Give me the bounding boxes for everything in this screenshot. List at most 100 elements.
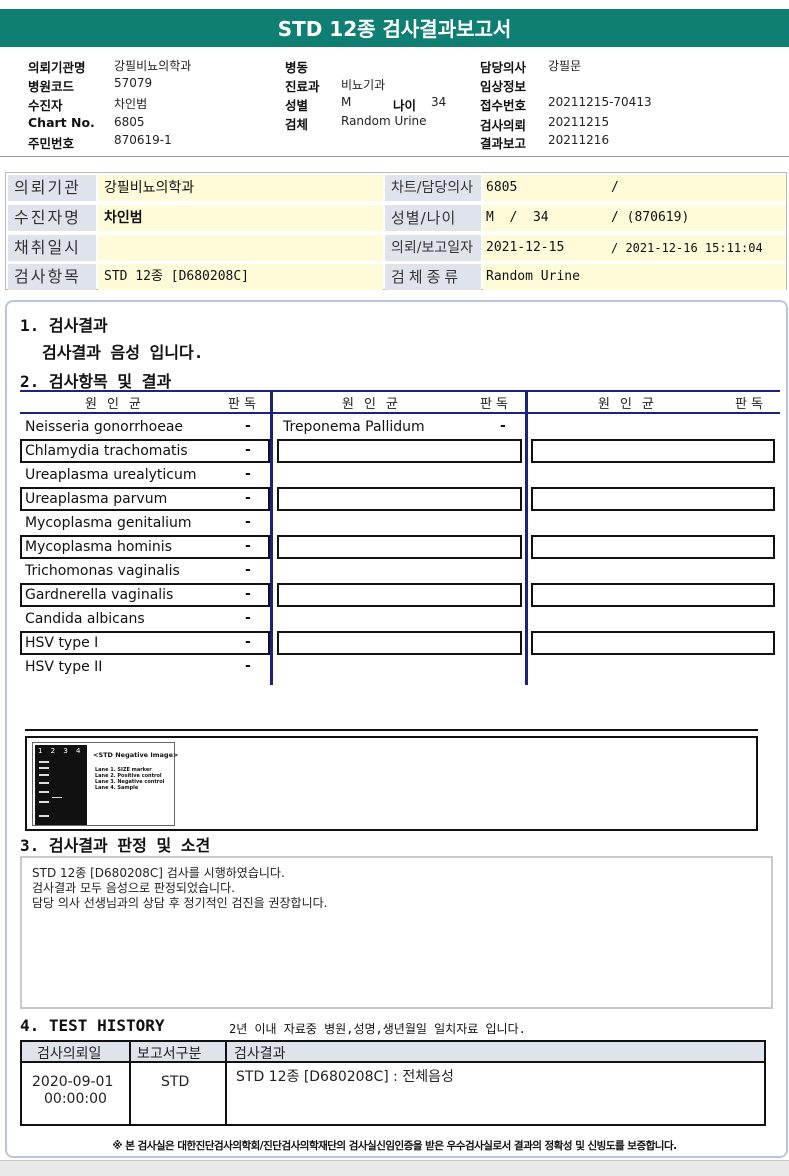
history-col-header: 검사의뢰일: [37, 1046, 102, 1062]
info-row: 의뢰기관 강필비뇨의학과 차트/담당의사 6805 /: [6, 173, 788, 202]
info-label: 검체종류: [385, 264, 481, 290]
organism-result: -: [245, 442, 251, 458]
info-value: [98, 235, 383, 261]
history-col-header: 검사결과: [234, 1046, 286, 1062]
info-value: 6805: [483, 175, 611, 201]
section-1-title: 1. 검사결과: [20, 316, 108, 335]
col-header-judge: 판독: [480, 397, 512, 412]
info-row: 검사항목 STD 12종 [D680208C] 검체종류 Random Urin…: [6, 262, 788, 291]
history-note: 2년 이내 자료중 병원,성명,생년월일 일치자료 입니다.: [229, 1022, 526, 1036]
gel-electrophoresis: 1 2 3 4: [35, 745, 87, 825]
hdr-value: M: [341, 95, 352, 109]
table-row: [277, 487, 522, 511]
history-col-header: 보고서구분: [137, 1046, 202, 1062]
hdr-label: 결과보고: [480, 136, 527, 151]
gel-divider: [25, 729, 758, 731]
organism-result: -: [245, 610, 251, 626]
info-label: 의뢰기관: [8, 175, 96, 201]
hdr-value: 870619-1: [114, 133, 172, 147]
organism-name: Ureaplasma urealyticum: [25, 467, 197, 483]
table-divider: [270, 390, 273, 685]
table-row: [277, 439, 522, 463]
table-row: [531, 535, 775, 559]
table-row: [531, 583, 775, 607]
col-header-organism: 원인균: [85, 397, 151, 412]
header-divider: [0, 156, 789, 157]
history-date: 2020-09-01: [32, 1074, 114, 1090]
history-header-row: [22, 1042, 764, 1063]
hdr-value: 34: [431, 95, 447, 109]
table-row: [277, 583, 522, 607]
hdr-value: 강필비뇨의학과: [114, 59, 192, 73]
table-top-line: [20, 390, 780, 392]
hdr-label: 성별: [285, 98, 309, 113]
report-header: 의뢰기관명 강필비뇨의학과 병원코드 57079 수진자 차인범 Chart N…: [0, 52, 789, 152]
hdr-label: 접수번호: [480, 98, 527, 113]
info-value: 강필비뇨의학과: [98, 175, 383, 201]
patient-info-box: 의뢰기관 강필비뇨의학과 차트/담당의사 6805 / 수진자명 차인범 성별/…: [5, 172, 787, 290]
organism-result: -: [245, 562, 251, 578]
opinion-box: STD 12종 [D680208C] 검사를 시행하였습니다. 검사결과 모두 …: [20, 856, 773, 1009]
col-header-judge: 판독: [228, 397, 260, 412]
history-divider: [225, 1042, 227, 1124]
info-value: STD 12종 [D680208C]: [98, 264, 383, 290]
gel-lane-label: Lane 4. Sample: [95, 785, 139, 791]
organism-name: Treponema Pallidum: [283, 419, 425, 435]
organism-result: -: [245, 634, 251, 650]
col-header-organism: 원인균: [598, 397, 664, 412]
info-value: 2021-12-15: [483, 235, 611, 261]
organism-name: HSV type II: [25, 659, 103, 675]
col-header-organism: 원인균: [342, 397, 408, 412]
info-row: 수진자명 차인범 성별/나이 M / 34 / (870619): [6, 203, 788, 232]
info-row: 채취일시 의뢰/보고일자 2021-12-15 / 2021-12-16 15:…: [6, 233, 788, 262]
organism-name: Mycoplasma genitalium: [25, 515, 192, 531]
certification-footer: ※ 본 검사실은 대한진단검사의학회/진단검사의학재단의 검사실신임인증을 받은…: [112, 1140, 677, 1152]
hdr-value: 20211215: [548, 115, 610, 129]
hdr-label: 주민번호: [28, 136, 75, 151]
table-header-line: [20, 412, 780, 414]
hdr-value: Random Urine: [341, 114, 427, 128]
history-table: 검사의뢰일 보고서구분 검사결과 2020-09-01 00:00:00 STD…: [20, 1040, 766, 1126]
organism-result: -: [500, 418, 506, 434]
result-summary: 검사결과 음성 입니다.: [42, 343, 204, 362]
hdr-value: 57079: [114, 76, 153, 90]
history-result: STD 12종 [D680208C] : 전체음성: [236, 1069, 454, 1085]
organism-name: Ureaplasma parvum: [25, 491, 168, 507]
info-label: 수진자명: [8, 205, 96, 231]
info-label: 채취일시: [8, 235, 96, 261]
organism-result: -: [245, 514, 251, 530]
hdr-value: 20211215-70413: [548, 95, 652, 109]
hdr-value: 비뇨기과: [341, 78, 386, 92]
hdr-value: 강필문: [548, 59, 582, 73]
hdr-label: 담당의사: [480, 60, 527, 75]
history-type: STD: [161, 1074, 190, 1090]
section-3-title: 3. 검사결과 판정 및 소견: [20, 836, 211, 855]
hdr-label: 검사의뢰: [480, 118, 527, 133]
gel-image-box: 1 2 3 4 <STD Negative Image> Lane 1. SIZ…: [25, 736, 758, 831]
opinion-line: 담당 의사 선생님과의 상담 후 정기적인 검진을 권장합니다.: [32, 896, 328, 910]
table-row: [531, 487, 775, 511]
gel-lane-numbers: 1 2 3 4: [38, 747, 84, 755]
organism-name: Gardnerella vaginalis: [25, 587, 174, 603]
organism-result: -: [245, 538, 251, 554]
table-row: [531, 439, 775, 463]
hdr-label: 의뢰기관명: [28, 60, 86, 75]
history-divider: [129, 1042, 131, 1124]
table-divider: [525, 390, 528, 685]
organism-name: Neisseria gonorrhoeae: [25, 419, 184, 435]
hdr-value: 차인범: [114, 97, 148, 111]
info-value: Random Urine: [483, 264, 786, 290]
table-row: [531, 631, 775, 655]
info-label: 차트/담당의사: [385, 175, 481, 201]
hdr-value: 6805: [114, 115, 145, 129]
hdr-label: 진료과: [285, 79, 320, 94]
hdr-label: 검체: [285, 117, 309, 132]
hdr-label: 병동: [285, 60, 309, 75]
gel-title: <STD Negative Image>: [93, 751, 179, 759]
organism-name: Mycoplasma hominis: [25, 539, 172, 555]
col-header-judge: 판독: [735, 397, 767, 412]
organism-name: Trichomonas vaginalis: [25, 563, 180, 579]
hdr-label: 나이: [393, 98, 417, 113]
hdr-value: 20211216: [548, 133, 610, 147]
info-value: /: [611, 175, 786, 201]
